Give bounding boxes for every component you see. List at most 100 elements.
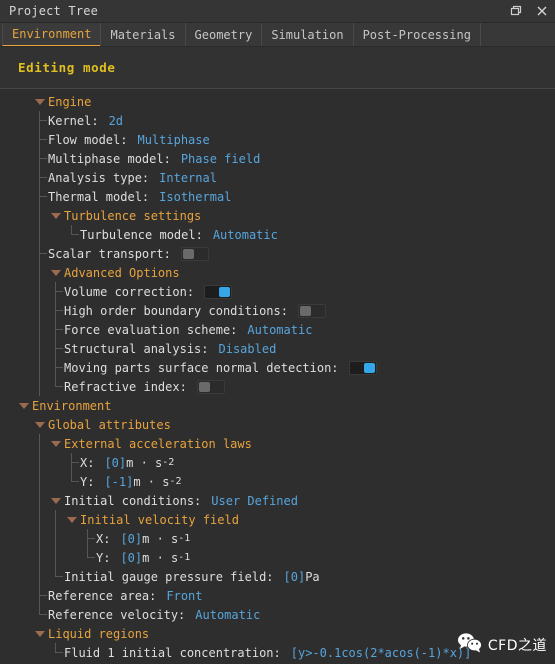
chevron-down-icon[interactable] <box>48 434 64 453</box>
tree-row-analysis-type[interactable]: Analysis type: Internal <box>0 168 555 187</box>
chevron-down-icon[interactable] <box>32 92 48 111</box>
tree-label-global-attributes: Global attributes <box>48 417 171 432</box>
tree-row-vel-x[interactable]: X: [0] m · s -1 <box>0 529 555 548</box>
tree-row-initial-conditions[interactable]: Initial conditions: User Defined <box>0 491 555 510</box>
tree-label-turbulence-settings: Turbulence settings <box>64 208 202 223</box>
tree-row-kernel[interactable]: Kernel: 2d <box>0 111 555 130</box>
chevron-down-icon[interactable] <box>48 491 64 510</box>
tree-unit-accel-y: m · s <box>133 474 170 489</box>
tree-value-reference-area[interactable]: Front <box>156 589 202 603</box>
tree-row-thermal-model[interactable]: Thermal model: Isothermal <box>0 187 555 206</box>
tree-label-initial-velocity-field: Initial velocity field <box>80 512 239 527</box>
tree-label-turbulence-model: Turbulence model: <box>80 227 203 242</box>
tree-value-turbulence-model[interactable]: Automatic <box>203 228 278 242</box>
restore-icon[interactable] <box>503 0 529 22</box>
tree-label-moving-parts: Moving parts surface normal detection: <box>64 360 339 375</box>
tree-label-thermal-model: Thermal model: <box>48 189 150 204</box>
tree-label-vel-y: Y: <box>96 550 111 565</box>
tree-row-accel-x[interactable]: X: [0] m · s -2 <box>0 453 555 472</box>
tree-row-reference-velocity[interactable]: Reference velocity: Automatic <box>0 605 555 624</box>
tree-label-force-eval: Force evaluation scheme: <box>64 322 238 337</box>
tree-value-accel-y[interactable]: [-1] <box>94 475 133 489</box>
tree-value-initial-conditions[interactable]: User Defined <box>201 494 298 508</box>
tree-label-analysis-type: Analysis type: <box>48 170 150 185</box>
toggle-high-order-bc[interactable] <box>297 303 326 318</box>
tree-row-fluid1-concentration[interactable]: Fluid 1 initial concentration: [y>-0.1co… <box>0 643 555 662</box>
tree-row-external-acceleration-laws[interactable]: External acceleration laws <box>0 434 555 453</box>
chevron-down-icon[interactable] <box>64 510 80 529</box>
tree-value-force-eval[interactable]: Automatic <box>237 323 312 337</box>
tree-row-liquid-regions[interactable]: Liquid regions <box>0 624 555 643</box>
toggle-volume-correction[interactable] <box>204 284 233 299</box>
chevron-down-icon[interactable] <box>32 624 48 643</box>
tree-label-reference-area: Reference area: <box>48 588 157 603</box>
toggle-refractive-index[interactable] <box>196 379 225 394</box>
tree-label-advanced-options: Advanced Options <box>64 265 180 280</box>
tree-row-initial-velocity-field[interactable]: Initial velocity field <box>0 510 555 529</box>
tree-value-analysis-type[interactable]: Internal <box>149 171 217 185</box>
tree-value-flow-model[interactable]: Multiphase <box>127 133 209 147</box>
tree-row-structural-analysis[interactable]: Structural analysis: Disabled <box>0 339 555 358</box>
tab-environment[interactable]: Environment <box>2 23 102 46</box>
tree-unit-accel-x: m · s <box>126 455 163 470</box>
tree-label-environment: Environment <box>32 398 112 413</box>
tree-row-multiphase-model[interactable]: Multiphase model: Phase field <box>0 149 555 168</box>
tree-unit-gauge-pressure: Pa <box>305 569 320 584</box>
tree-row-volume-correction[interactable]: Volume correction: <box>0 282 555 301</box>
tree-row-turbulence-settings[interactable]: Turbulence settings <box>0 206 555 225</box>
tree-value-accel-x[interactable]: [0] <box>94 456 126 470</box>
editing-mode-bar: Editing mode <box>0 47 555 89</box>
title-bar: Project Tree <box>0 0 555 23</box>
tab-strip: Environment Materials Geometry Simulatio… <box>0 23 555 47</box>
tree-exponent-accel-y: -2 <box>169 476 182 487</box>
tree-value-vel-y[interactable]: [0] <box>110 551 142 565</box>
tree-row-scalar-transport[interactable]: Scalar transport: <box>0 244 555 263</box>
tree-row-moving-parts[interactable]: Moving parts surface normal detection: <box>0 358 555 377</box>
tree-row-global-attributes[interactable]: Global attributes <box>0 415 555 434</box>
tree-exponent-accel-x: -2 <box>162 457 175 468</box>
tree-value-kernel[interactable]: 2d <box>99 114 123 128</box>
toggle-scalar-transport[interactable] <box>180 246 209 261</box>
tab-materials[interactable]: Materials <box>100 23 186 46</box>
tree-row-engine[interactable]: Engine <box>0 92 555 111</box>
tree-value-reference-velocity[interactable]: Automatic <box>185 608 260 622</box>
tree-row-refractive-index[interactable]: Refractive index: <box>0 377 555 396</box>
tree-label-multiphase-model: Multiphase model: <box>48 151 171 166</box>
tree-row-flow-model[interactable]: Flow model: Multiphase <box>0 130 555 149</box>
tree-row-high-order-bc[interactable]: High order boundary conditions: <box>0 301 555 320</box>
tab-geometry[interactable]: Geometry <box>184 23 263 46</box>
tree-value-gauge-pressure[interactable]: [0] <box>274 570 306 584</box>
tab-post-processing[interactable]: Post-Processing <box>352 23 481 46</box>
toggle-moving-parts[interactable] <box>348 360 377 375</box>
tree-row-advanced-options[interactable]: Advanced Options <box>0 263 555 282</box>
tree-label-scalar-transport: Scalar transport: <box>48 246 171 261</box>
tree-value-thermal-model[interactable]: Isothermal <box>149 190 231 204</box>
tree-value-structural-analysis[interactable]: Disabled <box>209 342 277 356</box>
tree-row-reference-area[interactable]: Reference area: Front <box>0 586 555 605</box>
tree-row-vel-y[interactable]: Y: [0] m · s -1 <box>0 548 555 567</box>
tree-value-vel-x[interactable]: [0] <box>110 532 142 546</box>
chevron-down-icon[interactable] <box>48 263 64 282</box>
tree-row-environment[interactable]: Environment <box>0 396 555 415</box>
chevron-down-icon[interactable] <box>16 396 32 415</box>
tree-value-fluid1-concentration[interactable]: [y>-0.1cos(2*acos(-1)*x)] <box>281 646 472 660</box>
window-title: Project Tree <box>9 4 99 18</box>
tree-row-gauge-pressure[interactable]: Initial gauge pressure field: [0] Pa <box>0 567 555 586</box>
tree-row-turbulence-model[interactable]: Turbulence model: Automatic <box>0 225 555 244</box>
tree-label-liquid-regions: Liquid regions <box>48 626 150 641</box>
tree-label-volume-correction: Volume correction: <box>64 284 195 299</box>
tree-label-vel-x: X: <box>96 531 111 546</box>
tree-row-force-eval[interactable]: Force evaluation scheme: Automatic <box>0 320 555 339</box>
tree-exponent-vel-y: -1 <box>178 552 191 563</box>
tab-simulation[interactable]: Simulation <box>261 23 354 46</box>
close-icon[interactable] <box>529 0 555 22</box>
tree-label-fluid1-concentration: Fluid 1 initial concentration: <box>64 645 281 660</box>
tree-label-external-acceleration-laws: External acceleration laws <box>64 436 252 451</box>
window-controls <box>503 0 555 22</box>
chevron-down-icon[interactable] <box>32 415 48 434</box>
chevron-down-icon[interactable] <box>48 206 64 225</box>
tree-row-accel-y[interactable]: Y: [-1] m · s -2 <box>0 472 555 491</box>
project-tree[interactable]: Engine Kernel: 2d Flow model: Multiphase… <box>0 89 555 664</box>
tree-value-multiphase-model[interactable]: Phase field <box>171 152 260 166</box>
project-tree-window: Project Tree Environment Materials Geome… <box>0 0 555 664</box>
